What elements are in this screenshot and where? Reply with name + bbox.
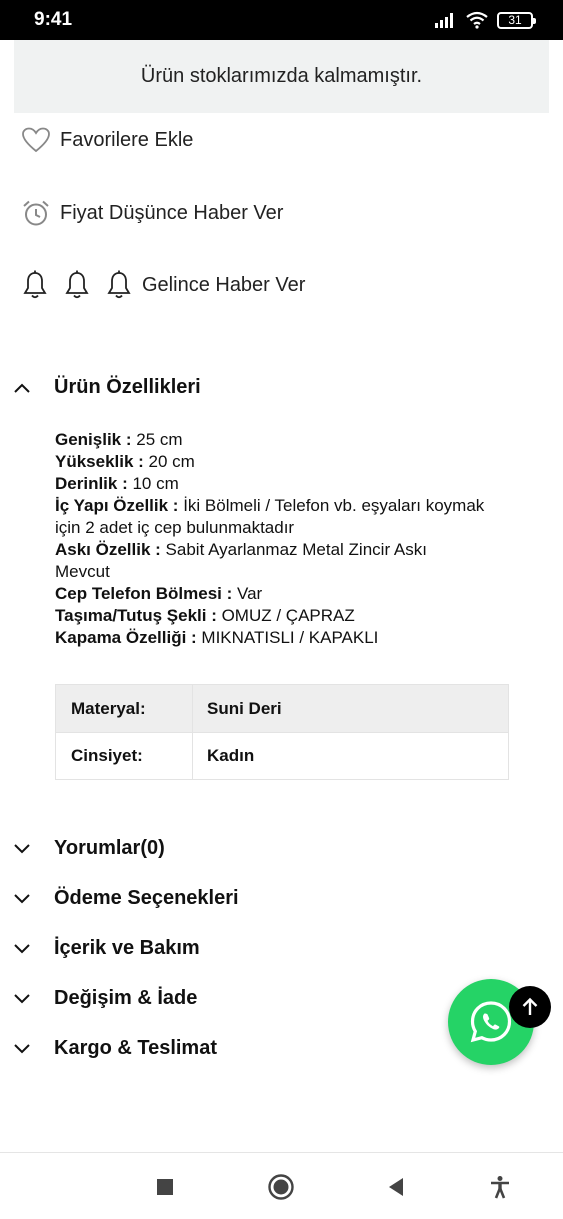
section-title: Kargo & Teslimat bbox=[54, 1037, 217, 1059]
section-care-toggle[interactable]: İçerik ve Bakım bbox=[14, 937, 200, 960]
spec-key: Taşıma/Tutuş Şekli : bbox=[55, 606, 217, 625]
stock-alert-button[interactable]: Gelince Haber Ver bbox=[22, 270, 305, 300]
bell-icon bbox=[23, 270, 47, 299]
spec-line: Yükseklik : 20 cm bbox=[55, 451, 485, 473]
table-value: Suni Deri bbox=[207, 698, 282, 718]
status-time: 9:41 bbox=[34, 9, 73, 30]
price-alert-button[interactable]: Fiyat Düşünce Haber Ver bbox=[22, 199, 283, 227]
circle-icon bbox=[268, 1174, 294, 1200]
chevron-down-icon bbox=[14, 993, 54, 1004]
bell-icons bbox=[22, 270, 132, 300]
spec-line: Kapama Özelliği : MIKNATISLI / KAPAKLI bbox=[55, 627, 485, 649]
table-key: Materyal: bbox=[56, 685, 193, 732]
chevron-down-icon bbox=[14, 1043, 54, 1054]
spec-key: Yükseklik : bbox=[55, 452, 144, 471]
section-title: Yorumlar(0) bbox=[54, 837, 165, 859]
spec-line: Cep Telefon Bölmesi : Var bbox=[55, 583, 485, 605]
spec-key: İç Yapı Özellik : bbox=[55, 496, 179, 515]
spec-line: Taşıma/Tutuş Şekli : OMUZ / ÇAPRAZ bbox=[55, 605, 485, 627]
add-to-favorites-button[interactable]: Favorilere Ekle bbox=[22, 127, 193, 153]
section-title: İçerik ve Bakım bbox=[54, 937, 200, 959]
chevron-down-icon bbox=[14, 893, 54, 904]
spec-key: Derinlik : bbox=[55, 474, 128, 493]
battery-indicator: 31 bbox=[497, 11, 536, 29]
section-payment-toggle[interactable]: Ödeme Seçenekleri bbox=[14, 887, 239, 910]
whatsapp-icon bbox=[470, 1001, 512, 1043]
signal-icon bbox=[435, 13, 453, 28]
home-button[interactable] bbox=[265, 1171, 297, 1203]
spec-key: Kapama Özelliği : bbox=[55, 628, 197, 647]
stock-alert-label: Gelince Haber Ver bbox=[142, 273, 306, 296]
system-nav-bar bbox=[0, 1152, 563, 1219]
chevron-down-icon bbox=[14, 843, 54, 854]
spec-line: Genişlik : 25 cm bbox=[55, 429, 485, 451]
price-alert-label: Fiyat Düşünce Haber Ver bbox=[60, 201, 284, 224]
spec-value: 25 cm bbox=[131, 430, 183, 449]
product-features-title: Ürün Özellikleri bbox=[54, 376, 201, 398]
product-features-toggle[interactable]: Ürün Özellikleri bbox=[14, 376, 201, 399]
table-row: Cinsiyet: Kadın bbox=[56, 732, 508, 779]
table-row: Materyal: Suni Deri bbox=[56, 685, 508, 732]
square-icon bbox=[157, 1179, 173, 1195]
wifi-icon bbox=[466, 11, 488, 29]
property-table: Materyal: Suni Deri Cinsiyet: Kadın bbox=[55, 684, 509, 780]
section-title: Değişim & İade bbox=[54, 987, 198, 1009]
spec-key: Genişlik : bbox=[55, 430, 132, 449]
arrow-up-icon bbox=[522, 997, 538, 1015]
accessibility-button[interactable] bbox=[484, 1171, 516, 1203]
spec-key: Askı Özellik : bbox=[55, 540, 161, 559]
status-bar: 9:41 31 bbox=[0, 0, 563, 40]
status-icons: 31 bbox=[435, 11, 536, 29]
chevron-down-icon bbox=[14, 943, 54, 954]
spec-key: Cep Telefon Bölmesi : bbox=[55, 584, 233, 603]
scroll-to-top-button[interactable] bbox=[509, 986, 551, 1028]
spec-value: 20 cm bbox=[143, 452, 195, 471]
back-triangle-icon bbox=[389, 1178, 403, 1196]
back-button[interactable] bbox=[380, 1171, 412, 1203]
spec-value: MIKNATISLI / KAPAKLI bbox=[196, 628, 379, 647]
chevron-up-icon bbox=[14, 383, 54, 393]
spec-line: Derinlik : 10 cm bbox=[55, 473, 485, 495]
spec-list: Genişlik : 25 cm Yükseklik : 20 cm Derin… bbox=[55, 429, 485, 649]
table-value: Kadın bbox=[207, 746, 255, 765]
recents-button[interactable] bbox=[149, 1171, 181, 1203]
heart-icon bbox=[22, 127, 50, 153]
bell-icon bbox=[107, 270, 131, 299]
spec-line: Askı Özellik : Sabit Ayarlanmaz Metal Zi… bbox=[55, 539, 485, 583]
out-of-stock-notice: Ürün stoklarımızda kalmamıştır. bbox=[14, 40, 549, 113]
section-title: Ödeme Seçenekleri bbox=[54, 887, 239, 909]
spec-value: 10 cm bbox=[127, 474, 179, 493]
bell-icon bbox=[65, 270, 89, 299]
accessibility-icon bbox=[491, 1176, 509, 1199]
section-returns-toggle[interactable]: Değişim & İade bbox=[14, 987, 197, 1010]
section-reviews-toggle[interactable]: Yorumlar(0) bbox=[14, 837, 165, 860]
table-key: Cinsiyet: bbox=[56, 733, 193, 779]
spec-value: Var bbox=[232, 584, 263, 603]
alarm-clock-icon bbox=[23, 200, 49, 226]
favorite-label: Favorilere Ekle bbox=[60, 128, 194, 151]
spec-line: İç Yapı Özellik : İki Bölmeli / Telefon … bbox=[55, 495, 485, 539]
spec-value: OMUZ / ÇAPRAZ bbox=[216, 606, 355, 625]
section-shipping-toggle[interactable]: Kargo & Teslimat bbox=[14, 1037, 217, 1060]
